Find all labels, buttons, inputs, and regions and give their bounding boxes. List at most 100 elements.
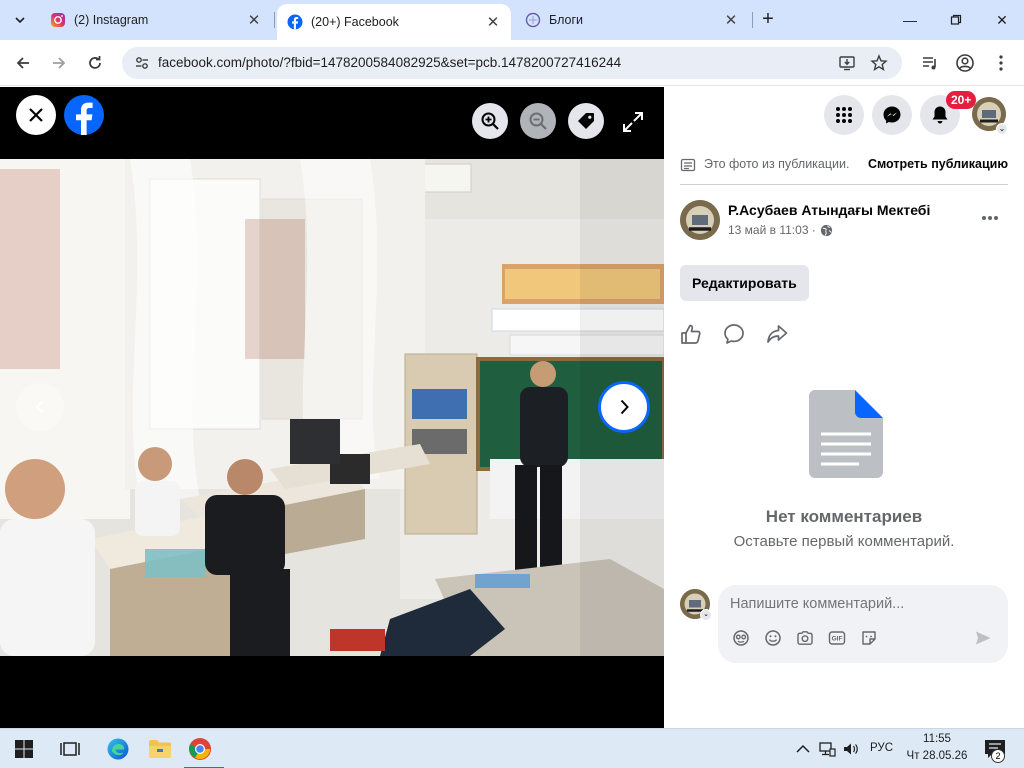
author-name[interactable]: Р.Асубаев Атындағы Мектебі bbox=[728, 202, 930, 218]
tab-separator bbox=[752, 12, 753, 28]
post-date[interactable]: 13 май в 11:03 · bbox=[728, 223, 816, 237]
forward-button[interactable] bbox=[46, 50, 72, 76]
menu-button[interactable] bbox=[824, 95, 864, 135]
taskbar-chrome[interactable] bbox=[184, 733, 224, 768]
bookmark-star-icon[interactable] bbox=[870, 54, 888, 72]
clock-date[interactable]: Чт 28.05.26 bbox=[902, 750, 972, 762]
reload-icon bbox=[89, 56, 101, 69]
post-details-panel: 20+ ⌄ Это фото из публикации. Смотреть п… bbox=[664, 87, 1024, 728]
bell-icon bbox=[932, 106, 948, 124]
taskbar-edge[interactable] bbox=[102, 733, 134, 765]
tab-search-button[interactable] bbox=[8, 8, 32, 32]
close-tab-icon[interactable]: ✕ bbox=[723, 11, 739, 29]
media-control-icon[interactable] bbox=[920, 53, 940, 73]
tab-facebook[interactable]: (20+) Facebook ✕ bbox=[277, 4, 511, 40]
arrow-left-icon bbox=[16, 57, 29, 69]
network-icon[interactable] bbox=[818, 740, 836, 758]
fullscreen-icon[interactable] bbox=[620, 109, 646, 135]
tab-separator bbox=[274, 12, 275, 28]
site-info-icon[interactable] bbox=[134, 55, 150, 71]
tab-title: Блоги bbox=[549, 13, 583, 27]
previous-photo-button[interactable] bbox=[16, 383, 64, 431]
post-options-button[interactable] bbox=[978, 207, 1002, 231]
no-comments-document-icon bbox=[809, 390, 883, 478]
share-icon[interactable] bbox=[766, 323, 788, 345]
facebook-icon bbox=[287, 14, 303, 30]
close-viewer-button[interactable] bbox=[16, 95, 56, 135]
folder-icon bbox=[149, 740, 171, 758]
author-avatar[interactable] bbox=[680, 200, 720, 240]
gif-icon[interactable]: GIF bbox=[828, 629, 846, 647]
tab-title: (2) Instagram bbox=[74, 13, 149, 27]
like-icon[interactable] bbox=[680, 323, 702, 345]
close-tab-icon[interactable]: ✕ bbox=[246, 11, 262, 29]
tray-chevron-up-icon[interactable] bbox=[794, 740, 812, 758]
browser-toolbar: facebook.com/photo/?fbid=147820058408292… bbox=[0, 40, 1024, 86]
more-options-icon bbox=[982, 216, 998, 220]
blog-icon bbox=[525, 12, 541, 28]
tab-title: (20+) Facebook bbox=[311, 15, 399, 29]
zoom-in-button[interactable] bbox=[472, 103, 508, 139]
chevron-left-icon bbox=[35, 400, 44, 414]
browser-tabstrip: (2) Instagram ✕ (20+) Facebook ✕ Блоги ✕… bbox=[0, 0, 1024, 40]
task-view-icon bbox=[60, 742, 80, 756]
chevron-right-icon bbox=[620, 399, 629, 415]
edit-button[interactable]: Редактировать bbox=[680, 265, 809, 301]
menu-grid-icon bbox=[836, 107, 852, 123]
zoom-out-button[interactable] bbox=[520, 103, 556, 139]
post-photo bbox=[0, 159, 664, 656]
tab-blogs[interactable]: Блоги ✕ bbox=[515, 4, 749, 36]
send-icon[interactable] bbox=[974, 629, 992, 647]
start-button[interactable] bbox=[8, 733, 40, 765]
new-tab-button[interactable]: + bbox=[756, 8, 780, 32]
tag-photo-button[interactable] bbox=[568, 103, 604, 139]
input-language[interactable]: РУС bbox=[870, 742, 893, 754]
facebook-top-nav: 20+ ⌄ bbox=[664, 87, 1024, 145]
close-window-button[interactable]: ✕ bbox=[990, 8, 1014, 32]
windows-taskbar: РУС 11:55 Чт 28.05.26 2 bbox=[0, 728, 1024, 768]
address-bar[interactable]: facebook.com/photo/?fbid=147820058408292… bbox=[122, 47, 902, 79]
minimize-button[interactable]: — bbox=[898, 8, 922, 32]
publication-note: Это фото из публикации. bbox=[704, 157, 850, 171]
action-center-count: 2 bbox=[991, 749, 1005, 763]
install-app-icon[interactable] bbox=[838, 54, 856, 72]
photo-viewer bbox=[0, 87, 664, 728]
tab-instagram[interactable]: (2) Instagram ✕ bbox=[40, 4, 272, 36]
messenger-button[interactable] bbox=[872, 95, 912, 135]
comment-composer: GIF bbox=[718, 585, 1008, 663]
back-button[interactable] bbox=[10, 50, 36, 76]
avatar-sticker-icon[interactable] bbox=[732, 629, 750, 647]
no-comments-subtitle: Оставьте первый комментарий. bbox=[733, 533, 955, 550]
restore-icon bbox=[950, 14, 962, 25]
facebook-logo-link[interactable] bbox=[64, 95, 104, 135]
next-photo-button[interactable] bbox=[598, 381, 650, 433]
camera-icon[interactable] bbox=[796, 629, 814, 647]
comment-icon[interactable] bbox=[723, 323, 745, 345]
sticker-icon[interactable] bbox=[860, 629, 878, 647]
clock-time[interactable]: 11:55 bbox=[912, 733, 962, 745]
commenter-switch-chevron-icon[interactable]: ⌄ bbox=[700, 609, 712, 621]
volume-icon[interactable] bbox=[842, 740, 860, 758]
zoom-out-icon bbox=[529, 112, 547, 130]
post-timestamp: 13 май в 11:03 · bbox=[728, 223, 833, 237]
task-view-button[interactable] bbox=[54, 733, 86, 765]
publication-info-row: Это фото из публикации. Смотреть публика… bbox=[680, 155, 1008, 185]
reload-button[interactable] bbox=[82, 50, 108, 76]
close-tab-icon[interactable]: ✕ bbox=[485, 13, 501, 31]
tag-icon bbox=[578, 113, 594, 129]
taskbar-explorer[interactable] bbox=[144, 733, 176, 765]
windows-logo-icon bbox=[15, 740, 33, 758]
url-text: facebook.com/photo/?fbid=147820058408292… bbox=[158, 55, 622, 70]
close-icon bbox=[29, 108, 43, 122]
restore-button[interactable] bbox=[944, 8, 968, 32]
view-publication-link[interactable]: Смотреть публикацию bbox=[868, 157, 1008, 171]
browser-menu-icon[interactable] bbox=[991, 53, 1011, 73]
profile-icon[interactable] bbox=[955, 53, 975, 73]
comment-input[interactable] bbox=[730, 596, 990, 612]
svg-text:GIF: GIF bbox=[832, 636, 843, 643]
school-emblem-icon bbox=[680, 200, 720, 240]
emoji-icon[interactable] bbox=[764, 629, 782, 647]
instagram-icon bbox=[51, 13, 65, 27]
account-menu-chevron-icon[interactable]: ⌄ bbox=[996, 123, 1008, 135]
notification-badge: 20+ bbox=[946, 91, 977, 109]
